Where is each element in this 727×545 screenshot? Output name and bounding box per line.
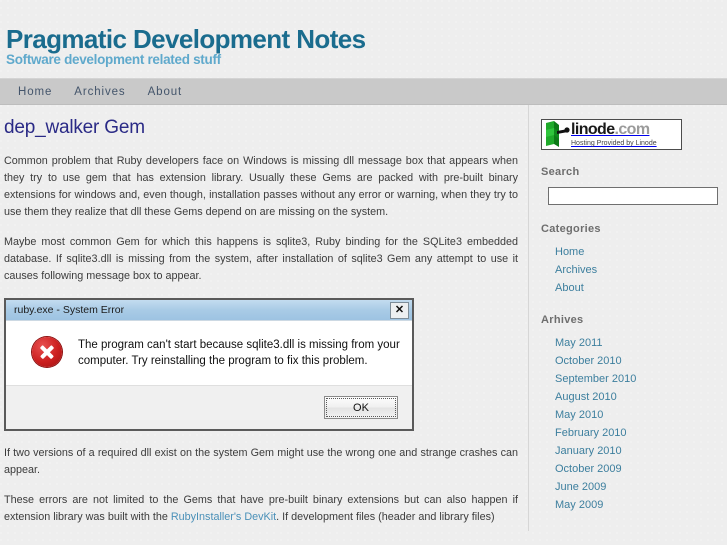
post-paragraph-2: Maybe most common Gem for which this hap… — [4, 236, 518, 283]
archives-heading: Arhives — [541, 314, 584, 327]
sidebar: linode.com Hosting Provided by Linode Se… — [528, 105, 727, 532]
archive-link-january-2010[interactable]: January 2010 — [555, 445, 622, 457]
categories-heading: Categories — [541, 223, 601, 236]
list-item: May 2009 — [555, 497, 727, 513]
search-heading: Search — [541, 166, 580, 179]
dialog-footer: OK — [6, 385, 412, 430]
archive-link-february-2010[interactable]: February 2010 — [555, 427, 627, 439]
site-header: Pragmatic Development Notes Software dev… — [0, 0, 727, 78]
archive-link-october-2010[interactable]: October 2010 — [555, 355, 622, 367]
nav-item-home[interactable]: Home — [18, 86, 52, 98]
category-link-about[interactable]: About — [555, 282, 584, 294]
category-link-home[interactable]: Home — [555, 246, 584, 258]
close-icon[interactable]: ✕ — [390, 301, 409, 319]
list-item: About — [555, 280, 727, 296]
nav-item-archives[interactable]: Archives — [74, 86, 125, 98]
archive-link-may-2011[interactable]: May 2011 — [555, 337, 603, 349]
archive-link-may-2009[interactable]: May 2009 — [555, 499, 603, 511]
main-content: dep_walker Gem Common problem that Ruby … — [0, 105, 528, 539]
archive-link-september-2010[interactable]: September 2010 — [555, 373, 636, 385]
list-item: August 2010 — [555, 389, 727, 405]
archive-link-august-2010[interactable]: August 2010 — [555, 391, 617, 403]
linode-logo-icon — [546, 121, 570, 148]
ok-button[interactable]: OK — [324, 396, 398, 420]
error-cross-icon — [32, 337, 62, 368]
linode-banner-tagline: Hosting Provided by Linode — [571, 140, 657, 148]
list-item: October 2009 — [555, 461, 727, 477]
main-navigation: Home Archives About — [0, 78, 727, 106]
site-tagline: Software development related stuff — [6, 52, 221, 68]
linode-wordmark: linode.com — [571, 122, 657, 138]
linode-wordmark-main: linode — [571, 121, 615, 139]
list-item: September 2010 — [555, 371, 727, 387]
categories-list: Home Archives About — [541, 244, 727, 296]
nav-item-about[interactable]: About — [148, 86, 183, 98]
dialog-message-text: The program can't start because sqlite3.… — [78, 339, 400, 368]
linode-text-block: linode.com Hosting Provided by Linode — [571, 122, 657, 148]
dialog-titlebar: ruby.exe - System Error ✕ — [6, 300, 412, 322]
post-title: dep_walker Gem — [4, 117, 145, 139]
archive-link-october-2009[interactable]: October 2009 — [555, 463, 622, 475]
archives-list: May 2011 October 2010 September 2010 Aug… — [541, 335, 727, 513]
category-link-archives[interactable]: Archives — [555, 264, 597, 276]
list-item: February 2010 — [555, 425, 727, 441]
page-root: Pragmatic Development Notes Software dev… — [0, 0, 727, 539]
archive-link-june-2009[interactable]: June 2009 — [555, 481, 606, 493]
site-title: Pragmatic Development Notes — [6, 24, 366, 54]
list-item: January 2010 — [555, 443, 727, 459]
linode-banner-ad[interactable]: linode.com Hosting Provided by Linode — [541, 119, 682, 151]
list-item: October 2010 — [555, 353, 727, 369]
body-wrapper: dep_walker Gem Common problem that Ruby … — [0, 105, 727, 539]
post-paragraph-4: These errors are not limited to the Gems… — [4, 492, 518, 526]
post-paragraph-4-text-b: . If development files (header and libra… — [276, 511, 495, 524]
list-item: Home — [555, 244, 727, 260]
post-paragraph-1: Common problem that Ruby developers face… — [4, 155, 518, 219]
post-paragraph-3: If two versions of a required dll exist … — [4, 447, 518, 477]
archive-link-may-2010[interactable]: May 2010 — [555, 409, 603, 421]
list-item: Archives — [555, 262, 727, 278]
list-item: May 2011 — [555, 335, 727, 351]
dialog-title-text: ruby.exe - System Error — [14, 304, 125, 317]
linode-wordmark-suffix: .com — [614, 121, 651, 139]
list-item: May 2010 — [555, 407, 727, 423]
dialog-body: The program can't start because sqlite3.… — [6, 321, 412, 386]
windows-error-dialog-image: ruby.exe - System Error ✕ The program ca… — [4, 298, 414, 432]
search-input[interactable] — [548, 187, 718, 206]
list-item: June 2009 — [555, 479, 727, 495]
devkit-link[interactable]: RubyInstaller's DevKit — [171, 511, 276, 523]
